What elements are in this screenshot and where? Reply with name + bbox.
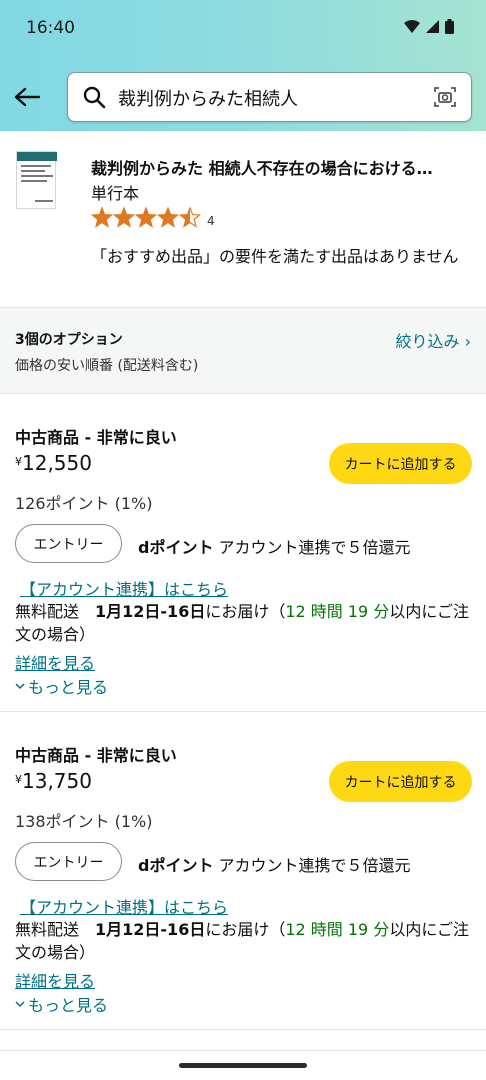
offer-condition: 中古商品 - 非常に良い: [15, 428, 177, 447]
dpoint-promo: dポイント アカウント連携で５倍還元: [138, 534, 411, 558]
star-rating[interactable]: [91, 206, 203, 230]
delivery-countdown: 12 時間 19 分: [285, 920, 390, 939]
filter-link[interactable]: 絞り込み ›: [396, 328, 472, 352]
search-icon: [83, 86, 106, 109]
options-bar: 3個のオプション 価格の安い順番 (配送料含む) 絞り込み ›: [0, 307, 486, 394]
see-more-label: もっと見る: [28, 678, 109, 697]
battery-icon: [445, 19, 454, 34]
details-link[interactable]: 詳細を見る: [15, 650, 95, 674]
see-more-label: もっと見る: [28, 996, 109, 1015]
rating-count: 4: [207, 214, 215, 228]
currency-symbol: ¥: [15, 455, 22, 468]
search-input[interactable]: 裁判例からみた相続人: [118, 85, 298, 111]
featured-offer-note: 「おすすめ出品」の要件を満たす出品はありません: [91, 247, 459, 266]
see-more-toggle[interactable]: もっと見る: [15, 674, 108, 698]
app-header: 16:40 裁判例からみた相続人: [0, 0, 486, 131]
delivery-prefix: 無料配送: [15, 920, 96, 939]
dpoint-label: dポイント: [138, 538, 214, 557]
product-title[interactable]: 裁判例からみた 相続人不存在の場合における…: [91, 155, 471, 179]
delivery-date: 1月12日-16日: [95, 920, 206, 939]
chevron-down-icon: [15, 683, 25, 690]
offer-price: ¥12,550: [15, 451, 92, 475]
see-more-toggle[interactable]: もっと見る: [15, 992, 108, 1016]
delivery-mid: にお届け（: [205, 602, 286, 621]
entry-button[interactable]: エントリー: [15, 524, 122, 563]
home-indicator[interactable]: [179, 1063, 307, 1068]
price-value: 12,550: [22, 451, 92, 475]
offer-points: 126ポイント (1%): [15, 494, 153, 513]
price-value: 13,750: [22, 769, 92, 793]
signal-icon: [426, 20, 439, 33]
offer-card: 中古商品 - 非常に良い ¥12,550 126ポイント (1%) カートに追加…: [0, 394, 486, 712]
sort-order: 価格の安い順番 (配送料含む): [15, 358, 199, 374]
wifi-icon: [404, 20, 420, 33]
delivery-prefix: 無料配送: [15, 602, 96, 621]
add-to-cart-button[interactable]: カートに追加する: [329, 443, 472, 484]
divider: [0, 1050, 486, 1051]
delivery-date: 1月12日-16日: [95, 602, 206, 621]
dpoint-promo: dポイント アカウント連携で５倍還元: [138, 852, 411, 876]
currency-symbol: ¥: [15, 773, 22, 786]
entry-button[interactable]: エントリー: [15, 842, 122, 881]
dpoint-text: アカウント連携で５倍還元: [213, 538, 411, 557]
back-arrow-icon: [14, 87, 40, 107]
chevron-down-icon: [15, 1001, 25, 1008]
delivery-countdown: 12 時間 19 分: [285, 602, 390, 621]
search-box[interactable]: 裁判例からみた相続人: [67, 72, 472, 122]
status-time: 16:40: [26, 18, 75, 38]
account-link[interactable]: 【アカウント連携】はこちら: [20, 894, 228, 918]
delivery-info: 無料配送 1月12日-16日にお届け（12 時間 19 分以内にご注文の場合）: [15, 918, 475, 964]
camera-scan-icon[interactable]: [433, 85, 457, 109]
dpoint-label: dポイント: [138, 856, 214, 875]
details-link[interactable]: 詳細を見る: [15, 968, 95, 992]
star-rating-icon: [91, 206, 202, 228]
offer-condition: 中古商品 - 非常に良い: [15, 746, 177, 765]
options-count: 3個のオプション: [15, 332, 123, 348]
delivery-mid: にお届け（: [205, 920, 286, 939]
back-button[interactable]: [12, 82, 42, 112]
offer-points: 138ポイント (1%): [15, 812, 153, 831]
dpoint-text: アカウント連携で５倍還元: [213, 856, 411, 875]
product-thumbnail[interactable]: [16, 151, 57, 209]
status-icons: [404, 19, 454, 34]
delivery-info: 無料配送 1月12日-16日にお届け（12 時間 19 分以内にご注文の場合）: [15, 600, 475, 646]
add-to-cart-button[interactable]: カートに追加する: [329, 761, 472, 802]
account-link[interactable]: 【アカウント連携】はこちら: [20, 576, 228, 600]
offer-price: ¥13,750: [15, 769, 92, 793]
product-format: 単行本: [91, 184, 140, 203]
offer-card: 中古商品 - 非常に良い ¥13,750 138ポイント (1%) カートに追加…: [0, 712, 486, 1030]
